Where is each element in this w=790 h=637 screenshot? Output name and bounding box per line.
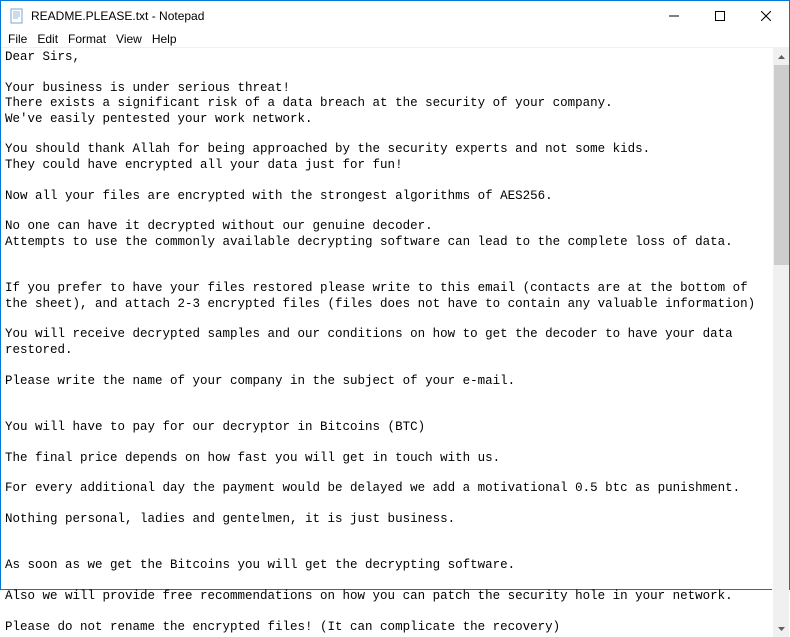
menu-format[interactable]: Format: [63, 31, 111, 47]
menu-view[interactable]: View: [111, 31, 147, 47]
menubar: File Edit Format View Help: [1, 31, 789, 47]
notepad-window: README.PLEASE.txt - Notepad File Edit Fo…: [0, 0, 790, 590]
menu-help[interactable]: Help: [147, 31, 182, 47]
menu-file[interactable]: File: [3, 31, 32, 47]
window-title: README.PLEASE.txt - Notepad: [31, 9, 651, 23]
close-button[interactable]: [743, 1, 789, 31]
titlebar[interactable]: README.PLEASE.txt - Notepad: [1, 1, 789, 31]
scroll-up-icon[interactable]: [773, 48, 790, 65]
scroll-down-icon[interactable]: [773, 620, 790, 637]
scroll-thumb[interactable]: [774, 65, 789, 265]
window-controls: [651, 1, 789, 31]
maximize-button[interactable]: [697, 1, 743, 31]
text-content[interactable]: Dear Sirs, Your business is under seriou…: [1, 48, 772, 637]
vertical-scrollbar[interactable]: [772, 48, 789, 637]
menu-edit[interactable]: Edit: [32, 31, 63, 47]
minimize-button[interactable]: [651, 1, 697, 31]
content-area: Dear Sirs, Your business is under seriou…: [1, 47, 789, 637]
notepad-icon: [9, 8, 25, 24]
